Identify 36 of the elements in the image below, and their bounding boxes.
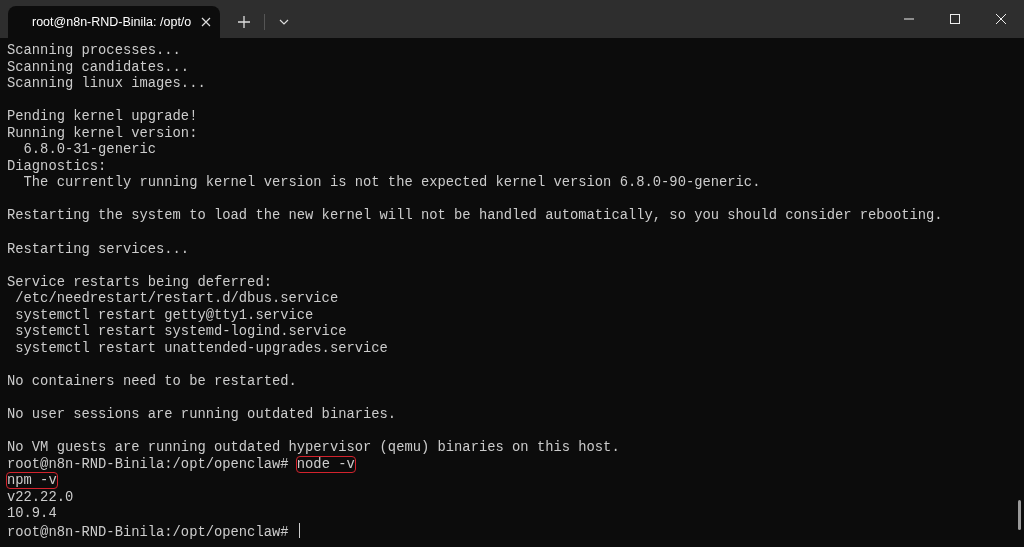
output-line: 6.8.0-31-generic [22, 142, 157, 158]
output-line: No VM guests are running outdated hypervisor (qemu) binaries on this host. [7, 440, 620, 456]
close-icon [996, 14, 1006, 24]
highlighted-command: node -v [296, 456, 355, 472]
output-line: v22.22.0 [7, 489, 74, 505]
new-tab-button[interactable] [238, 16, 250, 28]
output-line: Scanning candidates... [7, 59, 190, 75]
output-line: Scanning processes... [7, 43, 181, 58]
tab-title: root@n8n-RND-Binila: /opt/o [32, 15, 192, 29]
output-line: No user sessions are running outdated binaries. [7, 407, 397, 423]
output-line: systemctl restart unattended-upgrades.service [14, 340, 388, 356]
close-icon [201, 17, 212, 27]
highlighted-command: npm -v [7, 473, 57, 489]
dropdown-button[interactable] [279, 19, 289, 25]
plus-icon [238, 16, 250, 28]
output-line: Service restarts being deferred: [7, 274, 272, 290]
scrollbar-thumb[interactable] [1018, 500, 1021, 530]
output-line: systemctl restart systemd-logind.service [14, 324, 347, 340]
shell-prompt: root@n8n-RND-Binila:/opt/openclaw# [7, 524, 289, 540]
output-line: No containers need to be restarted. [7, 373, 297, 389]
output-line: Scanning linux images... [7, 76, 206, 92]
output-line: systemctl restart getty@tty1.service [14, 307, 314, 323]
shell-prompt: root@n8n-RND-Binila:/opt/openclaw# [7, 456, 289, 472]
maximize-icon [950, 14, 960, 24]
output-line: 10.9.4 [7, 506, 57, 522]
terminal-tab[interactable]: root@n8n-RND-Binila: /opt/o [8, 6, 220, 38]
close-tab-button[interactable] [201, 17, 212, 27]
output-line: Running kernel version: [7, 125, 198, 141]
output-line: The currently running kernel version is not the expected kernel version 6.8.0-90-generic. [22, 175, 761, 191]
output-line: Diagnostics: [7, 158, 107, 174]
output-line: /etc/needrestart/restart.d/dbus.service [14, 291, 339, 307]
output-line: Restarting the system to load the new kernel will not be handled automatically, so you should consider rebooting. [7, 208, 943, 224]
output-line: Pending kernel upgrade! [7, 109, 198, 125]
chevron-down-icon [279, 19, 289, 25]
minimize-icon [904, 18, 914, 20]
output-line: Restarting services... [7, 241, 190, 257]
